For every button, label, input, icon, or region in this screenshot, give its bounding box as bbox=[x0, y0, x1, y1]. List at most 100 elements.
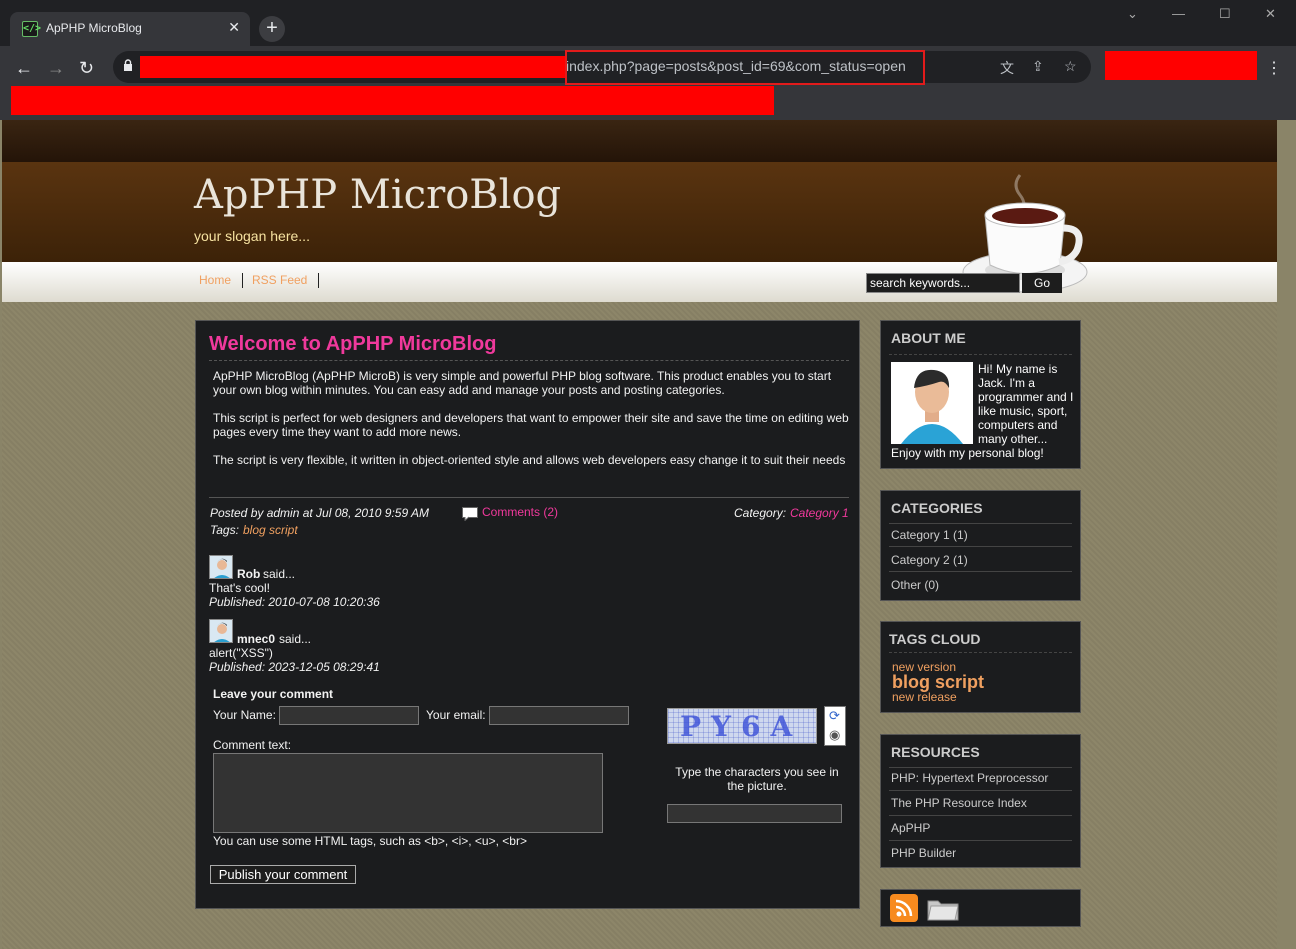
nav-divider bbox=[242, 273, 243, 288]
nav-divider bbox=[318, 273, 319, 288]
tags-link[interactable]: blog script bbox=[243, 523, 298, 537]
browser-tab[interactable]: </> ApPHP MicroBlog ✕ bbox=[10, 12, 250, 46]
comment-published: Published: 2023-12-05 08:29:41 bbox=[209, 660, 380, 674]
name-label: Your Name: bbox=[213, 708, 276, 722]
top-strip bbox=[2, 120, 1277, 162]
categories-title: CATEGORIES bbox=[891, 500, 983, 516]
divider bbox=[889, 354, 1072, 355]
browser-toolbar: ← → ↻ index.php?page=posts&post_id=69&co… bbox=[0, 46, 1296, 120]
divider bbox=[889, 546, 1072, 547]
post-paragraph: The script is very flexible, it written … bbox=[213, 453, 846, 467]
divider bbox=[889, 571, 1072, 572]
resources-box: RESOURCES PHP: Hypertext Preprocessor Th… bbox=[880, 734, 1081, 868]
tags-title: TAGS CLOUD bbox=[889, 631, 981, 647]
category-label: Category: bbox=[734, 506, 787, 520]
name-input[interactable] bbox=[279, 706, 419, 725]
tags-cloud-box: TAGS CLOUD new version blog script new r… bbox=[880, 621, 1081, 713]
html-hint: You can use some HTML tags, such as <b>,… bbox=[213, 834, 527, 848]
feeds-box bbox=[880, 889, 1081, 927]
divider bbox=[889, 523, 1072, 524]
comment-author: mnec0 bbox=[237, 632, 276, 646]
share-icon[interactable]: ⇪ bbox=[1032, 58, 1044, 75]
translate-icon[interactable]: 文 bbox=[1000, 58, 1014, 78]
resource-link[interactable]: PHP: Hypertext Preprocessor bbox=[891, 771, 1048, 785]
menu-icon[interactable]: ⋮ bbox=[1266, 58, 1282, 78]
site-slogan: your slogan here... bbox=[194, 228, 310, 244]
resources-title: RESOURCES bbox=[891, 744, 980, 760]
comment-text: alert("XSS") bbox=[209, 646, 273, 660]
new-tab-button[interactable]: + bbox=[259, 16, 285, 42]
redacted-bookmarks bbox=[11, 86, 774, 115]
forward-icon[interactable]: → bbox=[47, 58, 65, 79]
divider bbox=[889, 815, 1072, 816]
reload-icon[interactable]: ↻ bbox=[79, 58, 94, 79]
tab-title: ApPHP MicroBlog bbox=[46, 21, 142, 35]
url-highlight-box bbox=[565, 50, 925, 85]
comment-text: That's cool! bbox=[209, 581, 270, 595]
divider bbox=[209, 497, 849, 498]
posted-by: Posted by admin at Jul 08, 2010 9:59 AM bbox=[210, 506, 430, 520]
post-box: Welcome to ApPHP MicroBlog ApPHP MicroBl… bbox=[195, 320, 860, 909]
close-tab-icon[interactable]: ✕ bbox=[228, 19, 240, 36]
divider bbox=[889, 840, 1072, 841]
lock-icon bbox=[124, 59, 132, 71]
about-text: Hi! My name is Jack. I'm a programmer an… bbox=[978, 362, 1074, 446]
categories-box: CATEGORIES Category 1 (1) Category 2 (1)… bbox=[880, 490, 1081, 601]
post-paragraph: This script is perfect for web designers… bbox=[213, 411, 849, 439]
address-bar[interactable]: index.php?page=posts&post_id=69&com_stat… bbox=[113, 50, 1091, 85]
category-item[interactable]: Category 2 (1) bbox=[891, 553, 968, 567]
maximize-icon[interactable]: ☐ bbox=[1219, 6, 1231, 22]
divider bbox=[889, 790, 1072, 791]
avatar bbox=[209, 619, 233, 643]
captcha-text: PY6A bbox=[680, 710, 803, 743]
comment-published: Published: 2010-07-08 10:20:36 bbox=[209, 595, 380, 609]
tab-search-icon[interactable]: ⌄ bbox=[1127, 6, 1138, 22]
divider bbox=[209, 360, 849, 361]
captcha-input[interactable] bbox=[667, 804, 842, 823]
publish-comment-button[interactable]: Publish your comment bbox=[210, 865, 356, 884]
about-title: ABOUT ME bbox=[891, 330, 966, 346]
email-label: Your email: bbox=[426, 708, 486, 722]
comments-link[interactable]: Comments (2) bbox=[482, 505, 558, 519]
close-window-icon[interactable]: ✕ bbox=[1265, 6, 1276, 22]
captcha-hint: Type the characters you see in the pictu… bbox=[675, 765, 839, 793]
captcha-controls: ⟳ ◉ bbox=[824, 706, 846, 746]
tag-link[interactable]: new release bbox=[892, 690, 957, 704]
back-icon[interactable]: ← bbox=[15, 58, 33, 79]
refresh-icon[interactable]: ⟳ bbox=[829, 708, 840, 724]
web-page: ApPHP MicroBlog your slogan here... Home… bbox=[2, 120, 1277, 949]
nav-rss-link[interactable]: RSS Feed bbox=[252, 273, 307, 287]
folder-icon[interactable] bbox=[927, 895, 959, 921]
search-go-button[interactable]: Go bbox=[1022, 273, 1062, 293]
form-heading: Leave your comment bbox=[213, 687, 334, 701]
redacted-url-part bbox=[140, 56, 565, 78]
email-input[interactable] bbox=[489, 706, 629, 725]
audio-icon[interactable]: ◉ bbox=[829, 727, 840, 743]
comment-said: said... bbox=[279, 632, 312, 646]
bookmark-star-icon[interactable]: ☆ bbox=[1064, 58, 1077, 75]
divider bbox=[889, 767, 1072, 768]
captcha-image: PY6A bbox=[667, 708, 817, 744]
comment-label: Comment text: bbox=[213, 738, 292, 752]
resource-link[interactable]: ApPHP bbox=[891, 821, 930, 835]
resource-link[interactable]: The PHP Resource Index bbox=[891, 796, 1027, 810]
comment-said: said... bbox=[263, 567, 296, 581]
minimize-icon[interactable]: — bbox=[1172, 6, 1185, 21]
rss-icon[interactable] bbox=[890, 894, 918, 922]
category-link[interactable]: Category 1 bbox=[790, 506, 849, 520]
post-title: Welcome to ApPHP MicroBlog bbox=[209, 333, 497, 355]
comment-textarea[interactable] bbox=[213, 753, 603, 833]
search-input[interactable]: search keywords... bbox=[866, 273, 1020, 293]
nav-home-link[interactable]: Home bbox=[199, 273, 231, 287]
about-avatar bbox=[891, 362, 973, 444]
avatar bbox=[209, 555, 233, 579]
browser-tab-strip: </> ApPHP MicroBlog ✕ + ⌄ — ☐ ✕ bbox=[0, 0, 1296, 46]
post-paragraph: ApPHP MicroBlog (ApPHP MicroB) is very s… bbox=[213, 369, 832, 397]
category-item[interactable]: Other (0) bbox=[891, 578, 939, 592]
redacted-profile bbox=[1105, 51, 1257, 80]
category-item[interactable]: Category 1 (1) bbox=[891, 528, 968, 542]
resource-link[interactable]: PHP Builder bbox=[891, 846, 956, 860]
about-text-2: Enjoy with my personal blog! bbox=[891, 446, 1044, 460]
site-title: ApPHP MicroBlog bbox=[194, 172, 562, 218]
about-me-box: ABOUT ME Hi! My name is Jack. I'm a prog… bbox=[880, 320, 1081, 469]
